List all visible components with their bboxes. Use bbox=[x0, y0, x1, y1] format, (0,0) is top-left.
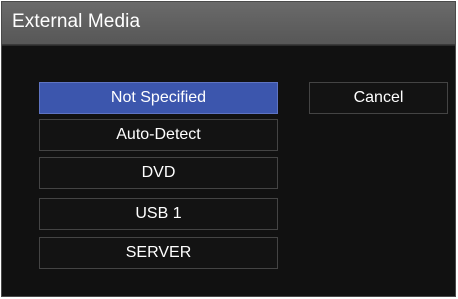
option-usb-1[interactable]: USB 1 bbox=[39, 198, 278, 230]
option-server[interactable]: SERVER bbox=[39, 237, 278, 269]
external-media-dialog: External Media Not Specified Auto-Detect… bbox=[1, 1, 456, 297]
option-not-specified[interactable]: Not Specified bbox=[39, 82, 278, 114]
option-auto-detect[interactable]: Auto-Detect bbox=[39, 119, 278, 151]
title-bar: External Media bbox=[2, 2, 455, 45]
title-divider bbox=[2, 45, 455, 46]
cancel-button[interactable]: Cancel bbox=[309, 82, 448, 114]
option-dvd[interactable]: DVD bbox=[39, 157, 278, 189]
dialog-title: External Media bbox=[12, 11, 141, 32]
